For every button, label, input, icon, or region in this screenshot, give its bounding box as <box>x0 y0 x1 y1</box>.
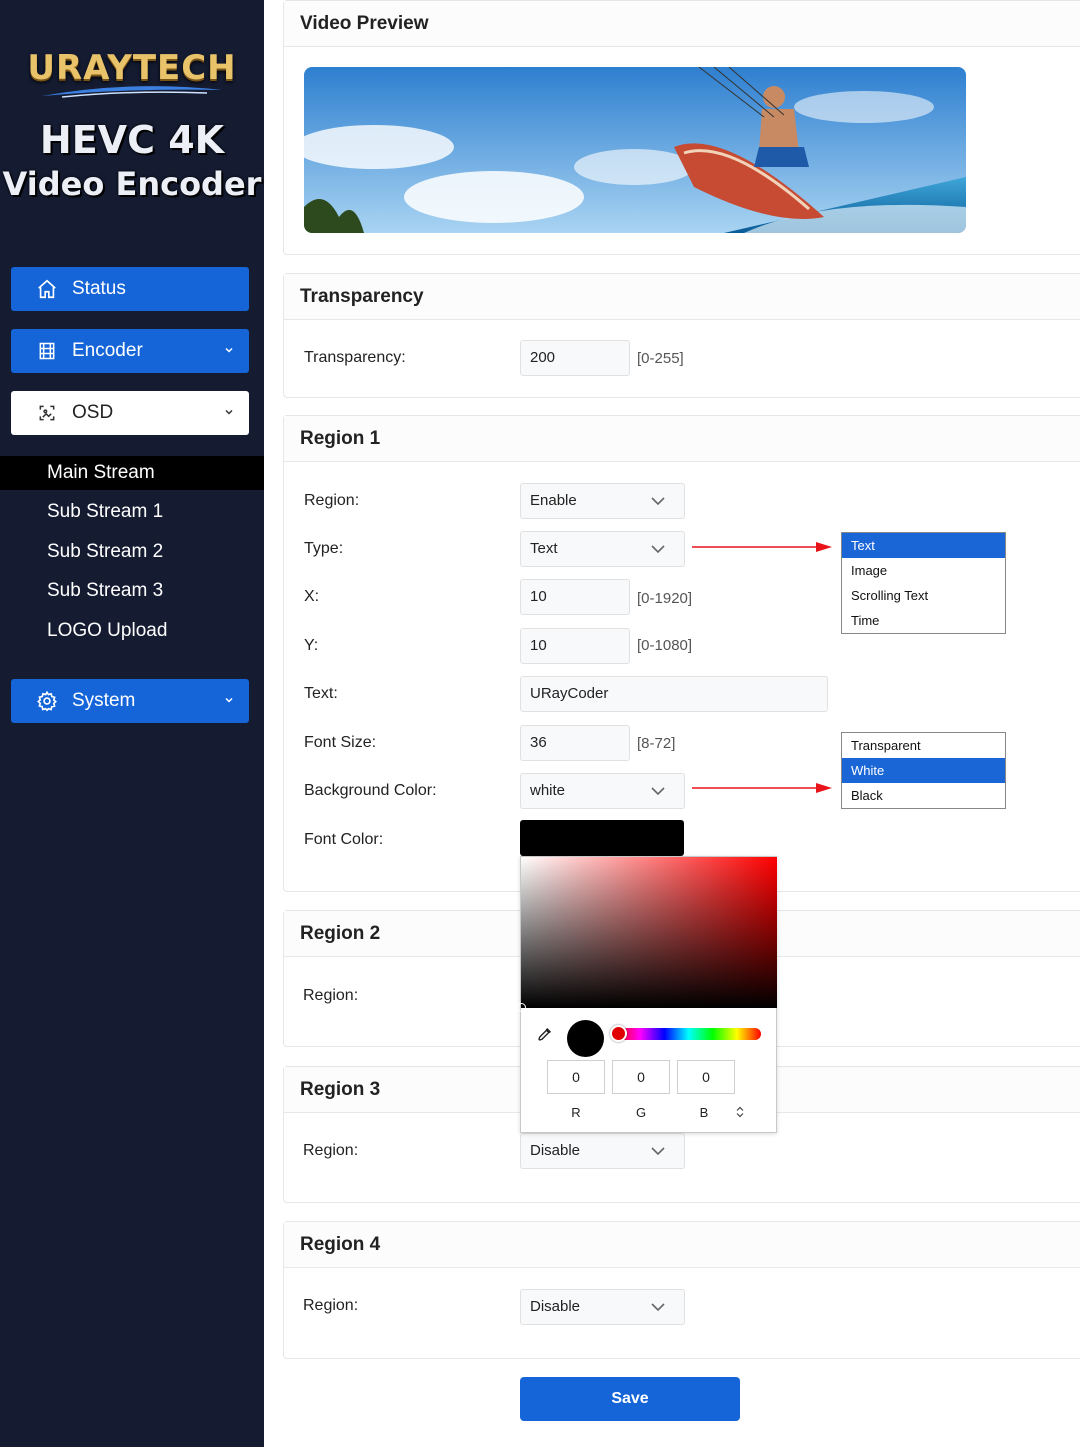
region1-type-select[interactable]: Text <box>520 531 685 567</box>
region1-bgcolor-value: white <box>530 782 566 799</box>
region1-bgcolor-select[interactable]: white <box>520 773 685 809</box>
type-option-scrolling-text[interactable]: Scrolling Text <box>842 583 1005 608</box>
sub-item-sub-stream-1[interactable]: Sub Stream 1 <box>0 495 264 529</box>
saturation-value-area[interactable] <box>521 857 777 1008</box>
film-icon <box>34 338 60 364</box>
region4-region-label: Region: <box>303 1297 359 1314</box>
region1-x-hint: [0-1920] <box>637 590 693 607</box>
save-button[interactable]: Save <box>520 1377 740 1421</box>
nav-encoder-label: Encoder <box>72 340 143 361</box>
region1-y-hint: [0-1080] <box>637 637 693 654</box>
format-toggle-icon[interactable] <box>735 1106 745 1118</box>
region4-title: Region 4 <box>284 1222 1080 1268</box>
type-option-text[interactable]: Text <box>842 533 1005 558</box>
type-options-list: Text Image Scrolling Text Time <box>841 532 1006 634</box>
region1-y-input[interactable]: 10 <box>520 628 630 664</box>
region1-fontsize-hint: [8-72] <box>637 735 676 752</box>
transparency-title: Transparency <box>284 274 1080 320</box>
chevron-down-icon <box>225 409 233 415</box>
hue-slider-handle[interactable] <box>610 1025 627 1042</box>
region1-type-label: Type: <box>304 540 344 557</box>
region1-fontsize-input[interactable]: 36 <box>520 725 630 761</box>
hue-slider[interactable] <box>616 1028 761 1040</box>
region4-region-select[interactable]: Disable <box>520 1289 685 1325</box>
region1-x-input[interactable]: 10 <box>520 579 630 615</box>
brand: URAYTECH HEVC 4K Video Encoder <box>0 48 264 206</box>
region2-region-label: Region: <box>303 987 359 1004</box>
bgcolor-options-list: Transparent White Black <box>841 732 1006 809</box>
chevron-down-icon <box>651 497 665 506</box>
region1-text-label: Text: <box>304 685 338 702</box>
sub-item-sub-stream-3[interactable]: Sub Stream 3 <box>0 574 264 608</box>
font-color-swatch[interactable] <box>520 820 684 856</box>
video-preview-title: Video Preview <box>284 1 1080 47</box>
nav-status[interactable]: Status <box>11 267 249 311</box>
arrow-right-icon <box>692 783 832 793</box>
region3-region-label: Region: <box>303 1142 359 1159</box>
nav-osd[interactable]: OSD <box>11 391 249 435</box>
brand-logo: URAYTECH <box>27 48 237 88</box>
product-title: HEVC 4K <box>39 118 225 162</box>
region1-title: Region 1 <box>284 416 1080 462</box>
rgb-r-input[interactable]: 0 <box>547 1060 605 1094</box>
rgb-b-input[interactable]: 0 <box>677 1060 735 1094</box>
home-icon <box>34 276 60 302</box>
region3-region-select[interactable]: Disable <box>520 1133 685 1169</box>
rgb-r-label: R <box>571 1105 581 1120</box>
bgcolor-option-white[interactable]: White <box>842 758 1005 783</box>
product-subtitle: Video Encoder <box>2 165 262 203</box>
nav-status-label: Status <box>72 278 126 299</box>
transparency-input[interactable]: 200 <box>520 340 630 376</box>
bgcolor-option-transparent[interactable]: Transparent <box>842 733 1005 758</box>
rgb-g-input[interactable]: 0 <box>612 1060 670 1094</box>
gear-icon <box>34 688 60 714</box>
region1-region-select[interactable]: Enable <box>520 483 685 519</box>
eyedropper-icon[interactable] <box>536 1025 554 1043</box>
nav-system-label: System <box>72 690 136 711</box>
transparency-label: Transparency: <box>304 349 406 366</box>
sidebar: URAYTECH HEVC 4K Video Encoder Status En… <box>0 0 264 1447</box>
region1-fontcolor-label: Font Color: <box>304 831 384 848</box>
chevron-down-icon <box>651 787 665 796</box>
region4-region-value: Disable <box>530 1298 581 1315</box>
saturation-cursor[interactable] <box>517 1003 526 1012</box>
nav-system[interactable]: System <box>11 679 249 723</box>
type-option-image[interactable]: Image <box>842 558 1005 583</box>
arrow-right-icon <box>692 542 832 552</box>
rgb-g-label: G <box>635 1105 647 1120</box>
region1-fontsize-label: Font Size: <box>304 734 377 751</box>
sub-item-sub-stream-2[interactable]: Sub Stream 2 <box>0 535 264 569</box>
region1-type-value: Text <box>530 540 558 557</box>
region1-text-input[interactable]: URayCoder <box>520 676 828 712</box>
current-color-preview <box>567 1020 604 1057</box>
nav-osd-label: OSD <box>72 402 114 423</box>
transparency-hint: [0-255] <box>637 350 684 367</box>
type-option-time[interactable]: Time <box>842 608 1005 633</box>
nav-encoder[interactable]: Encoder <box>11 329 249 373</box>
chevron-down-icon <box>225 347 233 353</box>
region3-region-value: Disable <box>530 1142 581 1159</box>
transparency-card: Transparency <box>283 273 1080 398</box>
chevron-down-icon <box>651 545 665 554</box>
chevron-down-icon <box>651 1303 665 1312</box>
sub-item-logo-upload[interactable]: LOGO Upload <box>0 614 264 648</box>
chevron-down-icon <box>225 697 233 703</box>
sub-item-main-stream[interactable]: Main Stream <box>0 456 264 490</box>
video-preview-image <box>304 67 966 233</box>
color-picker-panel: 0 0 0 R G B <box>517 856 777 1133</box>
rgb-b-label: B <box>699 1105 709 1120</box>
chevron-down-icon <box>651 1147 665 1156</box>
bgcolor-option-black[interactable]: Black <box>842 783 1005 808</box>
region1-y-label: Y: <box>304 637 319 654</box>
region1-x-label: X: <box>304 588 320 605</box>
region1-region-label: Region: <box>304 492 360 509</box>
region1-region-value: Enable <box>530 492 577 509</box>
image-frame-icon <box>34 400 60 426</box>
region1-bgcolor-label: Background Color: <box>304 782 437 799</box>
